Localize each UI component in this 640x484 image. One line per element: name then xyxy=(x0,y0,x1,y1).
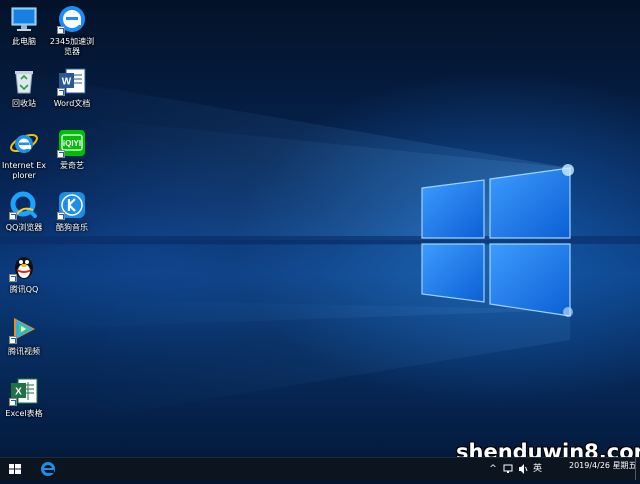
browser-2345-shortcut[interactable]: 2345加速浏览器 xyxy=(48,4,96,57)
word-icon: W xyxy=(57,66,87,96)
kugou-icon xyxy=(57,190,87,220)
svg-text:W: W xyxy=(62,77,72,88)
qq-browser-icon xyxy=(9,190,39,220)
shortcut-arrow-icon xyxy=(57,150,65,158)
shortcut-arrow-icon xyxy=(9,212,17,220)
internet-explorer-icon xyxy=(41,462,55,476)
taskbar-clock[interactable]: 2019/4/26 星期五 xyxy=(569,461,637,470)
recycle-bin-icon xyxy=(9,66,39,96)
icon-label: 腾讯视频 xyxy=(8,347,40,356)
icon-label: 爱奇艺 xyxy=(60,161,84,170)
taskbar: ^ 英 2019/4/26 星期五 xyxy=(0,457,640,480)
desktop-wallpaper xyxy=(0,0,640,457)
browser-e-icon xyxy=(57,4,87,34)
icon-label: QQ浏览器 xyxy=(5,223,43,232)
icon-label: 此电脑 xyxy=(12,37,36,46)
icon-label: Internet Explorer xyxy=(1,161,47,180)
svg-text:X: X xyxy=(15,387,22,398)
show-desktop-button[interactable] xyxy=(635,458,640,480)
iqiyi-icon: iQIYI xyxy=(57,128,87,158)
icon-label: Word文档 xyxy=(53,99,91,108)
shortcut-arrow-icon xyxy=(9,336,17,344)
input-language-indicator[interactable]: 英 xyxy=(533,463,542,475)
shortcut-arrow-icon xyxy=(57,88,65,96)
tencent-video-icon xyxy=(9,314,39,344)
icon-label: Excel表格 xyxy=(5,409,43,418)
svg-text:iQIYI: iQIYI xyxy=(63,139,81,148)
icon-label: 2345加速浏览器 xyxy=(49,37,95,56)
recycle-bin-shortcut[interactable]: 回收站 xyxy=(0,66,48,109)
start-button[interactable] xyxy=(0,458,30,480)
iqiyi-shortcut[interactable]: iQIYI 爱奇艺 xyxy=(48,128,96,171)
computer-icon xyxy=(9,4,39,34)
excel-icon: X xyxy=(9,376,39,406)
tencent-video-shortcut[interactable]: 腾讯视频 xyxy=(0,314,48,357)
volume-icon[interactable] xyxy=(518,463,528,475)
word-document-shortcut[interactable]: W Word文档 xyxy=(48,66,96,109)
icon-label: 腾讯QQ xyxy=(9,285,39,294)
shortcut-arrow-icon xyxy=(9,398,17,406)
this-pc-shortcut[interactable]: 此电脑 xyxy=(0,4,48,47)
chevron-up-icon[interactable]: ^ xyxy=(488,463,498,475)
tencent-qq-shortcut[interactable]: 腾讯QQ xyxy=(0,252,48,295)
taskbar-ie-button[interactable] xyxy=(36,458,60,480)
clock-date: 2019/4/26 星期五 xyxy=(569,461,637,470)
windows-logo-light xyxy=(0,70,640,420)
shortcut-arrow-icon xyxy=(57,212,65,220)
shortcut-arrow-icon xyxy=(9,274,17,282)
windows-start-icon xyxy=(9,464,21,474)
icon-label: 酷狗音乐 xyxy=(56,223,88,232)
qq-browser-shortcut[interactable]: QQ浏览器 xyxy=(0,190,48,233)
excel-spreadsheet-shortcut[interactable]: X Excel表格 xyxy=(0,376,48,419)
internet-explorer-shortcut[interactable]: Internet Explorer xyxy=(0,128,48,181)
qq-penguin-icon xyxy=(9,252,39,282)
icon-label: 回收站 xyxy=(12,99,36,108)
network-icon[interactable] xyxy=(503,463,513,475)
system-tray: ^ 英 xyxy=(488,462,542,476)
internet-explorer-icon xyxy=(9,128,39,158)
shortcut-arrow-icon xyxy=(57,26,65,34)
kugou-music-shortcut[interactable]: 酷狗音乐 xyxy=(48,190,96,233)
